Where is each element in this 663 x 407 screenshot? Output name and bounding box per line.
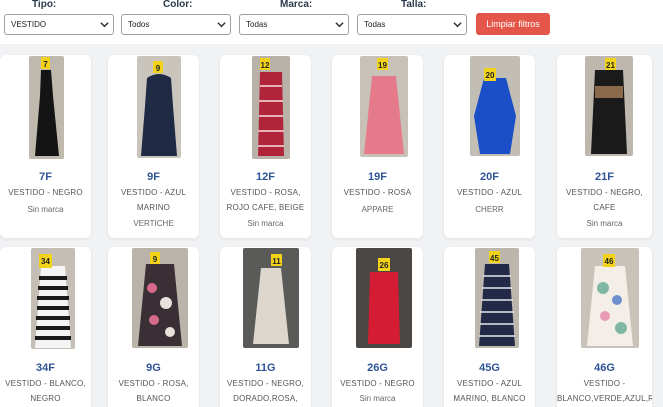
evidence-marker-label: 34 [41, 257, 50, 266]
product-description: VESTIDO - ROSA, BLANCO [118, 379, 189, 403]
filter-bar: Tipo: VESTIDO Color: Todos Marca: Todas … [0, 0, 663, 44]
product-card[interactable]: 26 26G VESTIDO - NEGRO Sin marca [332, 247, 423, 407]
product-photo: 11 [243, 248, 299, 348]
product-description: VESTIDO - NEGRO, DORADO,ROSA, [227, 379, 304, 403]
chevron-down-icon [453, 22, 462, 28]
product-description: VESTIDO - AZUL [456, 188, 523, 197]
product-brand: Sin marca [586, 219, 623, 228]
filter-talla-label: Talla: [401, 0, 427, 10]
product-description: VESTIDO - NEGRO [340, 379, 415, 388]
product-description: VESTIDO - AZUL MARINO [120, 188, 187, 212]
product-brand: Sin marca [27, 205, 64, 214]
product-card[interactable]: 19 19F VESTIDO - ROSA APPARE [332, 55, 423, 238]
product-code: 20F [480, 171, 499, 183]
product-brand: Sin marca [247, 219, 284, 228]
product-code: 9G [146, 362, 161, 374]
product-code: 12F [256, 171, 275, 183]
product-code: 26G [367, 362, 388, 374]
product-photo: 9 [132, 248, 188, 348]
product-code: 9F [147, 171, 160, 183]
product-card[interactable]: 7 7F VESTIDO - NEGRO Sin marca [0, 55, 91, 238]
evidence-marker-label: 9 [156, 64, 161, 73]
evidence-marker-label: 11 [272, 257, 281, 266]
product-photo: 9 [137, 56, 181, 158]
product-photo: 21 [585, 56, 633, 156]
marca-select[interactable]: Todas [239, 14, 349, 35]
tipo-select-value: VESTIDO [11, 20, 47, 29]
product-card[interactable]: 9 9F VESTIDO - AZUL MARINO VERTICHE [108, 55, 199, 238]
chevron-down-icon [217, 22, 226, 28]
product-description: VESTIDO - ROSA, ROJO CAFE, BEIGE [226, 188, 305, 212]
product-card[interactable]: 21 21F VESTIDO - NEGRO, CAFE Sin marca [557, 55, 652, 238]
product-code: 11G [255, 362, 276, 374]
product-code: 21F [595, 171, 614, 183]
product-card[interactable]: 34 34F VESTIDO - BLANCO, NEGRO [0, 247, 91, 407]
product-card[interactable]: 20 20F VESTIDO - AZUL CHERR [444, 55, 535, 238]
product-photo: 46 [581, 248, 639, 348]
product-photo: 19 [360, 56, 408, 157]
product-photo: 20 [470, 56, 520, 156]
filter-tipo-label: Tipo: [32, 0, 57, 10]
evidence-marker-label: 26 [380, 261, 389, 270]
evidence-marker-label: 46 [605, 257, 614, 266]
product-description: VESTIDO - BLANCO,VERDE,AZUL,ROS [557, 379, 652, 403]
product-description: VESTIDO - NEGRO [8, 188, 83, 197]
evidence-marker-label: 7 [43, 60, 48, 69]
product-photo: 7 [29, 56, 64, 159]
product-card[interactable]: 45 45G VESTIDO - AZUL MARINO, BLANCO [444, 247, 535, 407]
product-card[interactable]: 9 9G VESTIDO - ROSA, BLANCO [108, 247, 199, 407]
product-description: VESTIDO - BLANCO, NEGRO [5, 379, 86, 403]
product-description: VESTIDO - NEGRO, CAFE [566, 188, 643, 212]
evidence-marker-label: 19 [378, 61, 387, 70]
talla-select-value: Todas [364, 20, 386, 29]
product-photo: 26 [356, 248, 412, 348]
product-brand: VERTICHE [133, 219, 174, 228]
product-photo: 34 [31, 248, 75, 349]
product-photo: 45 [475, 248, 519, 348]
product-photo: 12 [252, 56, 290, 159]
color-select-value: Todos [128, 20, 150, 29]
talla-select[interactable]: Todas [357, 14, 467, 35]
product-card[interactable]: 11 11G VESTIDO - NEGRO, DORADO,ROSA, [220, 247, 311, 407]
product-code: 19F [368, 171, 387, 183]
product-brand: CHERR [475, 205, 504, 214]
clear-filters-button[interactable]: Limpiar filtros [476, 13, 550, 35]
evidence-marker-label: 12 [261, 61, 270, 70]
product-code: 45G [479, 362, 500, 374]
product-code: 46G [594, 362, 615, 374]
product-card[interactable]: 46 46G VESTIDO - BLANCO,VERDE,AZUL,ROS [557, 247, 652, 407]
evidence-marker-label: 20 [486, 71, 495, 80]
product-code: 7F [39, 171, 52, 183]
evidence-marker-label: 9 [153, 255, 158, 264]
product-description: VESTIDO - ROSA [343, 188, 412, 197]
product-brand: APPARE [361, 205, 394, 214]
product-card[interactable]: 12 12F VESTIDO - ROSA, ROJO CAFE, BEIGE … [220, 55, 311, 238]
marca-select-value: Todas [246, 20, 268, 29]
tipo-select[interactable]: VESTIDO [4, 14, 114, 35]
color-select[interactable]: Todos [121, 14, 231, 35]
chevron-down-icon [100, 22, 109, 28]
product-brand: Sin marca [359, 394, 396, 403]
filter-color-label: Color: [163, 0, 193, 10]
evidence-marker-label: 21 [606, 61, 615, 70]
chevron-down-icon [335, 22, 344, 28]
product-description: VESTIDO - AZUL MARINO, BLANCO [453, 379, 526, 403]
filter-marca-label: Marca: [280, 0, 313, 10]
evidence-marker-label: 45 [490, 254, 499, 263]
product-code: 34F [36, 362, 55, 374]
